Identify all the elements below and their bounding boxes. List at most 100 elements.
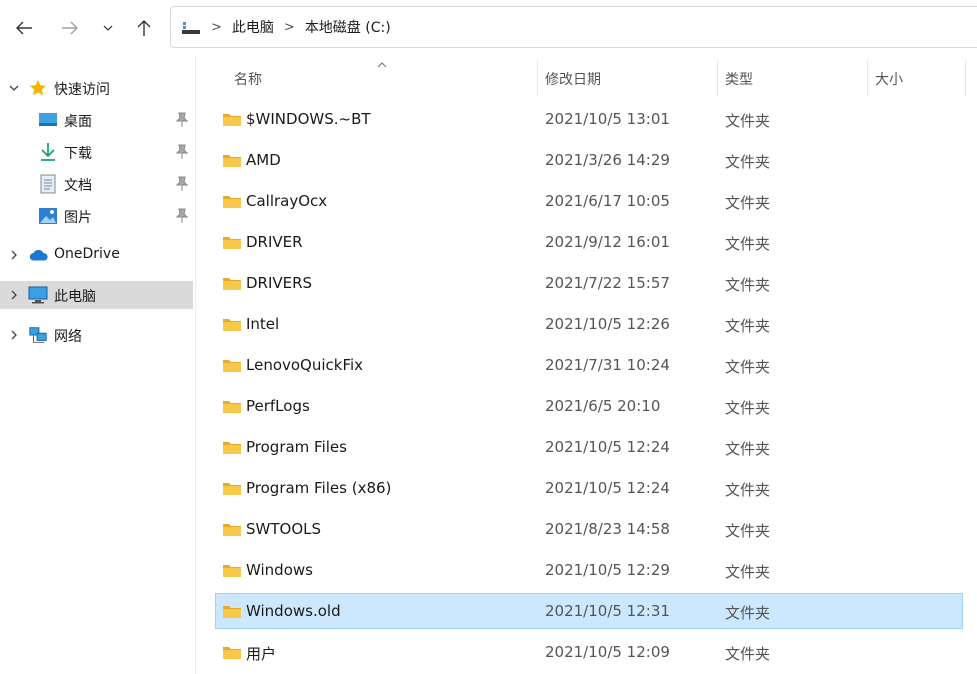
- pin-icon[interactable]: [175, 144, 189, 160]
- file-row[interactable]: DRIVERS 2021/7/22 15:57 文件夹: [216, 266, 962, 300]
- file-type: 文件夹: [725, 276, 771, 294]
- file-row[interactable]: Windows.old 2021/10/5 12:31 文件夹: [215, 593, 963, 629]
- column-separator[interactable]: [717, 60, 718, 96]
- nav-label: 快速访问: [54, 82, 110, 98]
- nav-network[interactable]: 网络: [0, 321, 193, 349]
- file-type: 文件夹: [725, 440, 771, 458]
- file-row[interactable]: Windows 2021/10/5 12:29 文件夹: [216, 553, 962, 587]
- folder-icon: [223, 483, 241, 495]
- file-name: 用户: [246, 645, 277, 663]
- address-bar[interactable]: > 此电脑 > 本地磁盘 (C:): [170, 6, 977, 48]
- pin-icon[interactable]: [175, 176, 189, 192]
- navigation-pane: 快速访问 桌面 下载 文档 图片 OneDrive 此电脑 网络: [0, 56, 196, 674]
- file-row[interactable]: $WINDOWS.~BT 2021/10/5 13:01 文件夹: [216, 102, 962, 136]
- folder-icon: [223, 319, 241, 331]
- nav-this-pc[interactable]: 此电脑: [0, 281, 193, 309]
- file-type: 文件夹: [725, 481, 771, 499]
- file-row[interactable]: PerfLogs 2021/6/5 20:10 文件夹: [216, 389, 962, 423]
- pane-divider[interactable]: [195, 56, 196, 674]
- nav-label: 网络: [54, 329, 82, 345]
- file-row[interactable]: SWTOOLS 2021/8/23 14:58 文件夹: [216, 512, 962, 546]
- nav-downloads[interactable]: 下载: [0, 138, 193, 166]
- nav-label: 文档: [64, 178, 92, 194]
- file-row[interactable]: Intel 2021/10/5 12:26 文件夹: [216, 307, 962, 341]
- file-type: 文件夹: [725, 399, 771, 417]
- nav-label: 下载: [64, 146, 92, 162]
- file-name: Program Files: [246, 438, 347, 456]
- breadcrumb-separator: >: [211, 19, 222, 35]
- chevron-expanded-icon: [9, 85, 19, 91]
- column-separator[interactable]: [965, 60, 966, 96]
- nav-desktop[interactable]: 桌面: [0, 106, 193, 134]
- file-modified: 2021/7/31 10:24: [545, 356, 670, 374]
- folder-icon: [223, 114, 241, 126]
- column-name[interactable]: 名称: [234, 69, 262, 89]
- file-modified: 2021/6/17 10:05: [545, 192, 670, 210]
- chevron-right-icon: [11, 250, 17, 260]
- column-size[interactable]: 大小: [875, 69, 903, 89]
- up-button[interactable]: [130, 14, 158, 42]
- file-row[interactable]: Program Files 2021/10/5 12:24 文件夹: [216, 430, 962, 464]
- file-type: 文件夹: [725, 194, 771, 212]
- file-type: 文件夹: [725, 112, 771, 130]
- back-button[interactable]: [10, 14, 38, 42]
- nav-quick-access[interactable]: 快速访问: [0, 74, 193, 102]
- file-type: 文件夹: [725, 235, 771, 253]
- file-modified: 2021/10/5 12:09: [545, 643, 670, 661]
- star-icon: [28, 78, 48, 98]
- network-icon: [28, 325, 48, 345]
- file-row[interactable]: DRIVER 2021/9/12 16:01 文件夹: [216, 225, 962, 259]
- file-type: 文件夹: [725, 645, 771, 663]
- file-row[interactable]: CallrayOcx 2021/6/17 10:05 文件夹: [216, 184, 962, 218]
- file-modified: 2021/10/5 13:01: [545, 110, 670, 128]
- column-header: 名称 修改日期 类型 大小: [196, 56, 977, 100]
- file-name: $WINDOWS.~BT: [246, 110, 371, 128]
- file-name: Windows.old: [246, 602, 341, 620]
- file-row[interactable]: AMD 2021/3/26 14:29 文件夹: [216, 143, 962, 177]
- file-modified: 2021/10/5 12:24: [545, 438, 670, 456]
- file-row[interactable]: 用户 2021/10/5 12:09 文件夹: [216, 635, 962, 669]
- file-modified: 2021/8/23 14:58: [545, 520, 670, 538]
- arrow-up-icon: [137, 20, 151, 36]
- breadcrumb-local-disk[interactable]: 本地磁盘 (C:): [305, 17, 391, 37]
- folder-icon: [223, 196, 241, 208]
- folder-icon: [223, 360, 241, 372]
- column-modified[interactable]: 修改日期: [545, 69, 601, 89]
- file-modified: 2021/10/5 12:26: [545, 315, 670, 333]
- file-type: 文件夹: [725, 358, 771, 376]
- pictures-icon: [38, 206, 58, 226]
- file-row[interactable]: Program Files (x86) 2021/10/5 12:24 文件夹: [216, 471, 962, 505]
- nav-onedrive[interactable]: OneDrive: [0, 241, 193, 269]
- file-name: PerfLogs: [246, 397, 310, 415]
- file-modified: 2021/7/22 15:57: [545, 274, 670, 292]
- folder-icon: [223, 606, 241, 618]
- download-icon: [38, 142, 58, 162]
- file-name: Program Files (x86): [246, 479, 392, 497]
- folder-icon: [223, 278, 241, 290]
- nav-label: 图片: [64, 210, 92, 226]
- forward-button[interactable]: [56, 14, 84, 42]
- recent-locations-button[interactable]: [94, 14, 122, 42]
- file-modified: 2021/10/5 12:24: [545, 479, 670, 497]
- column-type[interactable]: 类型: [725, 69, 753, 89]
- document-icon: [38, 174, 58, 194]
- pin-icon[interactable]: [175, 112, 189, 128]
- file-type: 文件夹: [725, 522, 771, 540]
- file-modified: 2021/6/5 20:10: [545, 397, 661, 415]
- folder-icon: [223, 155, 241, 167]
- desktop-icon: [38, 110, 58, 130]
- cloud-icon: [28, 245, 48, 265]
- nav-pictures[interactable]: 图片: [0, 202, 193, 230]
- file-modified: 2021/9/12 16:01: [545, 233, 670, 251]
- file-row[interactable]: LenovoQuickFix 2021/7/31 10:24 文件夹: [216, 348, 962, 382]
- nav-documents[interactable]: 文档: [0, 170, 193, 198]
- column-separator[interactable]: [867, 60, 868, 96]
- nav-label: 此电脑: [54, 289, 96, 305]
- pin-icon[interactable]: [175, 208, 189, 224]
- file-type: 文件夹: [725, 604, 771, 622]
- column-separator[interactable]: [537, 60, 538, 96]
- file-type: 文件夹: [725, 317, 771, 335]
- breadcrumb-this-pc[interactable]: 此电脑: [232, 17, 274, 37]
- sort-ascending-icon: [377, 62, 387, 68]
- folder-icon: [223, 647, 241, 659]
